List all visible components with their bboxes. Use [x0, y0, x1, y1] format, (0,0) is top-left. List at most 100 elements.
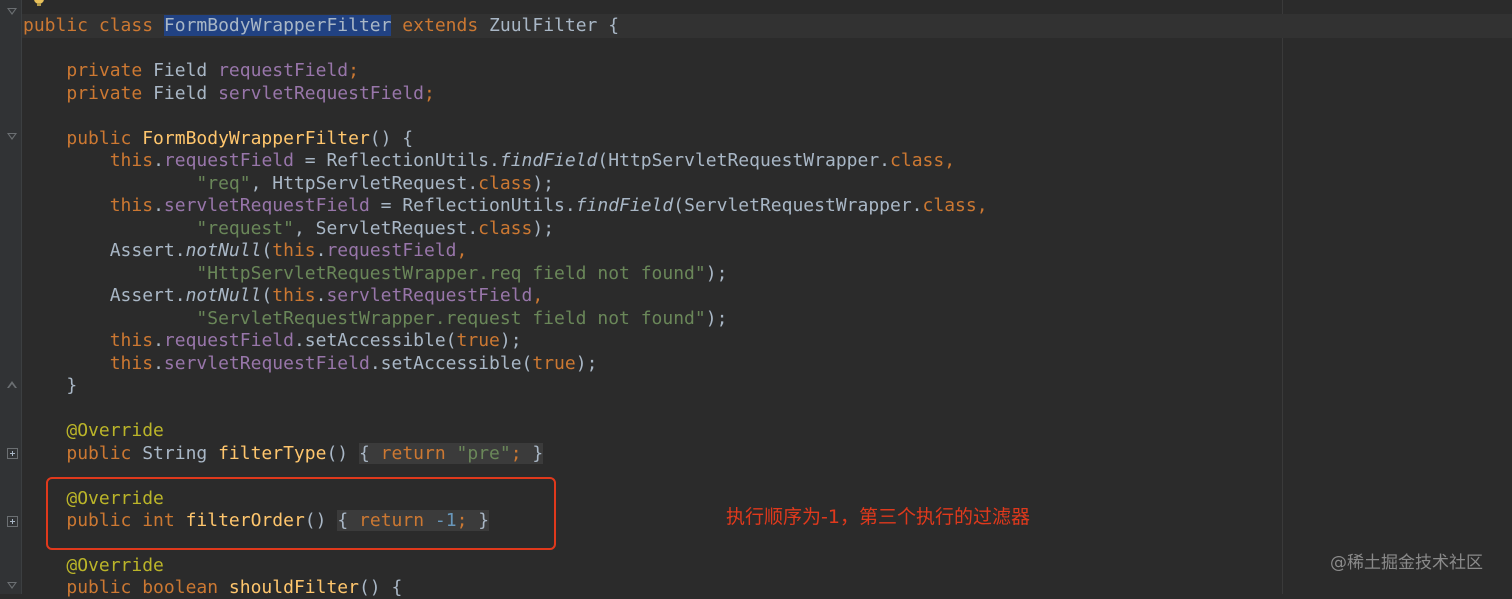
fold-expand-icon[interactable]: [7, 448, 18, 459]
string-literal: "HttpServletRequestWrapper.req field not…: [196, 263, 706, 284]
string-literal: "req": [196, 173, 251, 194]
keyword: private: [66, 60, 154, 81]
code-line-override-3[interactable]: @Override: [23, 555, 164, 577]
code-line-find-field-1[interactable]: this.requestField = ReflectionUtils.find…: [23, 150, 955, 172]
fold-open-icon[interactable]: [7, 133, 18, 144]
code-line-should-filter[interactable]: public boolean shouldFilter() {: [23, 577, 402, 599]
code-line-find-field-2[interactable]: this.servletRequestField = ReflectionUti…: [23, 195, 988, 217]
code-text: }: [532, 443, 544, 464]
editor-gutter[interactable]: [0, 0, 22, 594]
keyword: class: [890, 150, 945, 171]
field-name: requestField: [218, 60, 349, 81]
punctuation: ,: [456, 240, 468, 261]
watermark: @稀土掘金技术社区: [1330, 553, 1483, 573]
code-text: () {: [369, 128, 414, 149]
code-text: , HttpServletRequest.: [250, 173, 479, 194]
code-line-set-accessible-2[interactable]: this.servletRequestField.setAccessible(t…: [23, 353, 598, 375]
keyword: extends: [391, 15, 490, 36]
code-line-override-1[interactable]: @Override: [23, 420, 164, 442]
code-text: );: [532, 173, 555, 194]
keyword: this: [272, 240, 316, 261]
type-name: Field: [153, 60, 219, 81]
intention-bulb-icon[interactable]: [32, 0, 46, 6]
code-line-assert-1[interactable]: Assert.notNull(this.requestField,: [23, 240, 468, 262]
folded-method-body[interactable]: { return "pre"; }: [358, 443, 544, 464]
static-method-name: findField: [575, 195, 674, 216]
keyword: class: [478, 173, 533, 194]
code-text: Assert.: [109, 285, 186, 306]
code-text: );: [705, 263, 728, 284]
highlight-box: [46, 477, 556, 550]
code-text: );: [499, 330, 522, 351]
field-name: servletRequestField: [163, 195, 370, 216]
code-text: (): [326, 443, 349, 464]
code-line-set-accessible-1[interactable]: this.requestField.setAccessible(true);: [23, 330, 522, 352]
fold-open-icon[interactable]: [7, 582, 18, 593]
punctuation: ;: [348, 60, 359, 81]
field-name: requestField: [163, 150, 294, 171]
keyword: return: [380, 443, 457, 464]
punctuation: ;: [510, 443, 533, 464]
type-name: Field: [153, 83, 219, 104]
code-line-assert-2[interactable]: Assert.notNull(this.servletRequestField,: [23, 285, 544, 307]
code-line-field-request[interactable]: private Field requestField;: [23, 60, 359, 82]
fold-open-icon[interactable]: [7, 8, 18, 19]
code-line-assert-1-message[interactable]: "HttpServletRequestWrapper.req field not…: [23, 263, 727, 285]
code-text: Assert.: [109, 240, 186, 261]
code-line-find-field-2-args[interactable]: "request", ServletRequest.class);: [23, 218, 554, 240]
keyword: this: [272, 285, 316, 306]
punctuation: ,: [944, 150, 956, 171]
code-text: = ReflectionUtils.: [369, 195, 576, 216]
field-name: servletRequestField: [218, 83, 424, 104]
keyword: this: [109, 195, 154, 216]
code-text: (ServletRequestWrapper.: [673, 195, 923, 216]
fold-close-icon[interactable]: [7, 377, 18, 388]
code-text: (: [261, 240, 273, 261]
class-name-selected: FormBodyWrapperFilter: [163, 15, 392, 36]
keyword: this: [109, 330, 154, 351]
annotation: @Override: [66, 420, 164, 441]
fold-expand-icon[interactable]: [7, 516, 18, 527]
code-line-find-field-1-args[interactable]: "req", HttpServletRequest.class);: [23, 173, 554, 195]
keyword: public: [66, 443, 143, 464]
string-literal: "request": [196, 218, 294, 239]
code-text: .: [153, 150, 164, 171]
keyword: true: [456, 330, 500, 351]
field-name: requestField: [326, 240, 457, 261]
punctuation: ,: [532, 285, 544, 306]
annotation-note: 执行顺序为-1，第三个执行的过滤器: [726, 506, 1030, 528]
code-line-constructor-end[interactable]: }: [23, 375, 77, 397]
code-editor[interactable]: public class FormBodyWrapperFilter exten…: [0, 0, 1512, 598]
code-text: );: [575, 353, 598, 374]
code-line-constructor[interactable]: public FormBodyWrapperFilter() {: [23, 128, 413, 150]
code-line-class-declaration[interactable]: public class FormBodyWrapperFilter exten…: [23, 15, 619, 37]
punctuation: ,: [976, 195, 988, 216]
code-text: .setAccessible(: [293, 330, 457, 351]
keyword: public boolean: [66, 577, 229, 598]
string-literal: "pre": [456, 443, 511, 464]
code-text: = ReflectionUtils.: [293, 150, 500, 171]
code-text: .: [153, 195, 164, 216]
static-method-name: findField: [499, 150, 598, 171]
code-text: .: [153, 330, 164, 351]
code-line-assert-2-message[interactable]: "ServletRequestWrapper.request field not…: [23, 308, 727, 330]
code-text: }: [66, 375, 78, 396]
code-text: .: [315, 240, 327, 261]
code-line-field-servlet-request[interactable]: private Field servletRequestField;: [23, 83, 435, 105]
field-name: requestField: [163, 330, 294, 351]
field-name: servletRequestField: [326, 285, 533, 306]
field-name: servletRequestField: [163, 353, 370, 374]
code-text: {: [358, 443, 381, 464]
keyword: private: [66, 83, 154, 104]
code-text: () {: [358, 577, 403, 598]
method-name: filterType: [218, 443, 327, 464]
keyword: public: [66, 128, 143, 149]
method-name: shouldFilter: [228, 577, 359, 598]
keyword: this: [109, 353, 154, 374]
keyword: class: [478, 218, 533, 239]
code-line-filter-type[interactable]: public String filterType() { return "pre…: [23, 443, 544, 465]
keyword: public class: [23, 15, 164, 36]
code-text: .: [315, 285, 327, 306]
punctuation: ;: [424, 83, 435, 104]
